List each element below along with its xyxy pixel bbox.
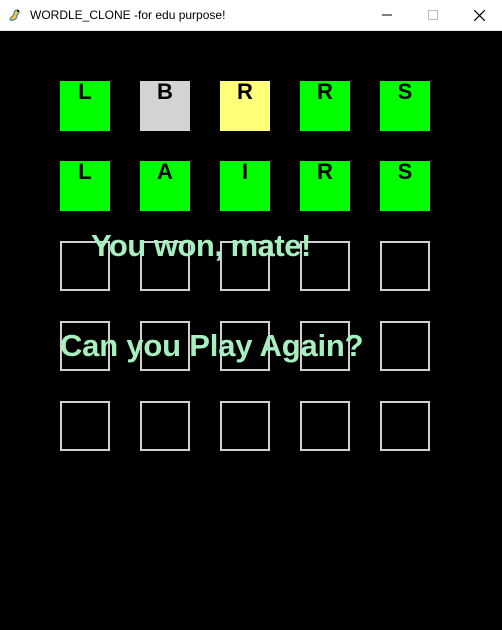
tile-letter: S bbox=[397, 159, 413, 184]
letter-tile bbox=[300, 401, 350, 451]
close-icon bbox=[473, 9, 485, 21]
tile-letter: R bbox=[317, 159, 333, 184]
window-title: WORDLE_CLONE -for edu purpose! bbox=[30, 8, 226, 22]
tile-letter: L bbox=[78, 159, 92, 184]
maximize-button[interactable] bbox=[410, 0, 456, 30]
game-window: WORDLE_CLONE -for edu purpose! L B R R S L A I R… bbox=[0, 0, 502, 630]
title-bar[interactable]: WORDLE_CLONE -for edu purpose! bbox=[0, 0, 502, 31]
tile-letter: R bbox=[237, 79, 253, 104]
letter-tile: B bbox=[140, 79, 190, 131]
tile-letter: I bbox=[241, 159, 249, 184]
letter-tile bbox=[380, 321, 430, 371]
tile-letter: B bbox=[157, 79, 173, 104]
letter-tile bbox=[380, 241, 430, 291]
letter-tile: L bbox=[60, 159, 110, 211]
letter-tile bbox=[140, 401, 190, 451]
pygame-snake-icon bbox=[7, 7, 23, 23]
letter-tile: S bbox=[380, 159, 430, 211]
win-message: You won, mate! bbox=[91, 228, 311, 263]
letter-tile bbox=[220, 401, 270, 451]
play-again-prompt: Can you Play Again? bbox=[60, 328, 364, 363]
close-button[interactable] bbox=[456, 0, 502, 30]
letter-tile: I bbox=[220, 159, 270, 211]
tile-letter: L bbox=[78, 79, 92, 104]
letter-tile: A bbox=[140, 159, 190, 211]
letter-tile: R bbox=[220, 79, 270, 131]
letter-tile: S bbox=[380, 79, 430, 131]
letter-tile bbox=[380, 401, 430, 451]
minimize-icon bbox=[382, 14, 392, 16]
letter-tile: R bbox=[300, 79, 350, 131]
game-canvas[interactable]: L B R R S L A I R S You won, mate! Can you Play Ag… bbox=[0, 31, 502, 630]
minimize-button[interactable] bbox=[364, 0, 410, 30]
tile-letter: A bbox=[157, 159, 173, 184]
tile-letter: S bbox=[397, 79, 413, 104]
maximize-icon bbox=[428, 10, 438, 20]
letter-tile: R bbox=[300, 159, 350, 211]
letter-tile bbox=[60, 401, 110, 451]
letter-tile: L bbox=[60, 79, 110, 131]
tile-letter: R bbox=[317, 79, 333, 104]
